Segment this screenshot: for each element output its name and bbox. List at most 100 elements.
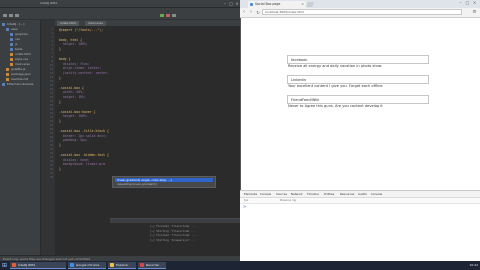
browser-minimize-icon[interactable]: –: [457, 0, 464, 6]
code-selector: .social-box .title-block {: [59, 128, 109, 133]
code-selector: }: [59, 76, 61, 80]
taskbar-item-recorder[interactable]: Recorder: [138, 262, 166, 269]
project-tree-item[interactable]: External Libraries: [2, 82, 33, 86]
code-selector: }: [59, 47, 61, 52]
devtools-tab-bar: Elements Console Sources Network Timeline Pro…: [240, 191, 480, 198]
folder-icon: [10, 47, 13, 51]
devtools-tab[interactable]: Sources: [276, 191, 287, 197]
console-prompt[interactable]: >: [243, 204, 246, 209]
social-box-text: Receive all energy and daily vacation in…: [288, 64, 382, 68]
project-tree-item[interactable]: main.scss: [10, 62, 30, 66]
taskbar-item-label: Google Chrome: [76, 263, 100, 267]
devtools-tab[interactable]: Timeline: [307, 191, 319, 197]
reload-icon[interactable]: ↻: [255, 9, 261, 16]
line-number: 38: [49, 176, 53, 179]
open-icon[interactable]: [3, 14, 7, 17]
project-tree-item[interactable]: sass: [6, 27, 18, 31]
run-console: [~] Finished 'fileinclude' ... [~] Starti…: [110, 218, 240, 249]
code-line: }: [59, 76, 61, 80]
run-icon[interactable]: [160, 14, 164, 17]
devtools-tab[interactable]: Network: [291, 191, 303, 197]
project-tree-item[interactable]: js: [10, 42, 17, 46]
project-tree-item-label: css: [15, 37, 20, 41]
project-tree-item[interactable]: graphics: [10, 32, 28, 36]
code-selector: .social-box:hover {: [59, 109, 96, 114]
code-selector: }: [59, 143, 61, 148]
project-tree-item[interactable]: package.json: [6, 72, 31, 76]
devtools-tab[interactable]: Console: [260, 191, 271, 197]
editor-tab-main[interactable]: main.scss: [85, 21, 106, 26]
browser-tab-title: Social Box page: [255, 2, 281, 6]
social-box-friendfeed[interactable]: FriendFeed/Wiki: [287, 95, 429, 104]
project-tree-item[interactable]: readme.md: [6, 77, 28, 81]
editor-tab-index[interactable]: index.html: [57, 21, 79, 26]
project-tree-item[interactable]: gulpfile.js: [6, 67, 25, 71]
code-line: }: [59, 100, 61, 104]
autocomplete-item[interactable]: repeating-linear-gradient(): [115, 182, 213, 186]
browser-maximize-icon[interactable]: □: [464, 0, 471, 6]
project-tree-item-label: index.html: [15, 52, 31, 56]
settings-icon[interactable]: [172, 14, 176, 17]
project-tree-item-label: graphics: [15, 32, 28, 36]
code-line: }: [59, 143, 61, 147]
browser-close-icon[interactable]: ×: [471, 0, 478, 6]
taskbar-item-label: Explorer: [116, 263, 129, 267]
folder-icon: [2, 82, 5, 86]
code-line: display: none;: [59, 158, 90, 162]
code-line: display: flex;: [59, 62, 90, 66]
code-declaration: align-items: center;: [59, 66, 102, 71]
console-line: [~] Finished 'fileinclude' ...: [150, 225, 197, 228]
devtools-panel: Elements Console Sources Network Timeline Pro…: [240, 190, 480, 262]
devtools-tab[interactable]: Profiles: [324, 191, 334, 197]
browser-menu-icon[interactable]: ≡: [472, 9, 477, 16]
devtools-tab[interactable]: Elements: [244, 191, 257, 197]
project-tree-item[interactable]: tests: [10, 47, 22, 51]
sync-icon[interactable]: [15, 14, 19, 17]
project-tree-item-label: IntelliJ - [...]: [7, 22, 25, 26]
code-selector: .social-box .hidden-text {: [59, 152, 109, 157]
social-box-text: Your excellent content I give you. Forge…: [288, 84, 383, 88]
project-tree-item[interactable]: css: [10, 37, 20, 41]
file-icon: [10, 62, 13, 66]
code-selector: }: [59, 167, 61, 172]
taskbar-item-chrome[interactable]: Google Chrome: [68, 262, 106, 269]
code-declaration: justify-content: center;: [59, 71, 109, 76]
back-icon[interactable]: ‹: [241, 9, 247, 16]
project-tree-item-label: main.scss: [15, 62, 30, 66]
taskbar-item-intellij[interactable]: IntelliJ IDEA: [10, 262, 66, 269]
save-icon[interactable]: [9, 14, 13, 17]
devtools-tab[interactable]: Audits: [358, 191, 367, 197]
start-button-icon[interactable]: ⊞: [1, 262, 8, 269]
context-select[interactable]: top: [244, 198, 248, 203]
debug-icon[interactable]: [166, 14, 170, 17]
clock[interactable]: 16:42: [469, 261, 478, 270]
editor-tab-bar: index.html main.scss: [55, 20, 240, 26]
forward-icon[interactable]: ›: [248, 9, 254, 16]
address-bar[interactable]: localhost:3000/index.html: [262, 9, 462, 15]
console-line: [~] Starting 'browsersync'...: [150, 238, 196, 242]
project-tree-item-label: tests: [15, 47, 23, 51]
code-declaration: border: 1px solid #ccc;: [59, 133, 107, 138]
taskbar-item-explorer[interactable]: Explorer: [108, 262, 136, 269]
project-tree-item[interactable]: IntelliJ - [...]: [2, 22, 24, 26]
folder-icon: [10, 37, 13, 41]
code-line: .social-box .title-block {: [59, 129, 109, 133]
social-box-facebook[interactable]: facebook: [287, 55, 429, 64]
project-tree-item[interactable]: style.css: [10, 57, 28, 61]
code-line: align-items: center;: [59, 66, 101, 70]
preserve-log-checkbox[interactable]: Preserve log: [280, 198, 296, 203]
devtools-tab[interactable]: Console: [371, 191, 382, 197]
browser-tab[interactable]: Social Box page ×: [248, 1, 306, 8]
code-line: height: 100%;: [59, 42, 88, 46]
devtools-tab[interactable]: Resources: [340, 191, 354, 197]
project-tree-item[interactable]: index.html: [10, 52, 31, 56]
folder-icon: [110, 263, 114, 267]
console-line: [~] Starting 'fileinclude'...: [150, 229, 196, 233]
code-line: .social-box {: [59, 86, 84, 90]
autocomplete-popup[interactable]: linear-gradient( angle, color-stop, ...)…: [112, 176, 216, 188]
code-selector: }: [59, 119, 61, 124]
tab-close-icon[interactable]: ×: [301, 1, 304, 8]
social-box-linkedin[interactable]: Linkedin: [287, 75, 429, 84]
project-tree-item-label: package.json: [11, 72, 31, 76]
new-tab-button[interactable]: [306, 2, 314, 7]
